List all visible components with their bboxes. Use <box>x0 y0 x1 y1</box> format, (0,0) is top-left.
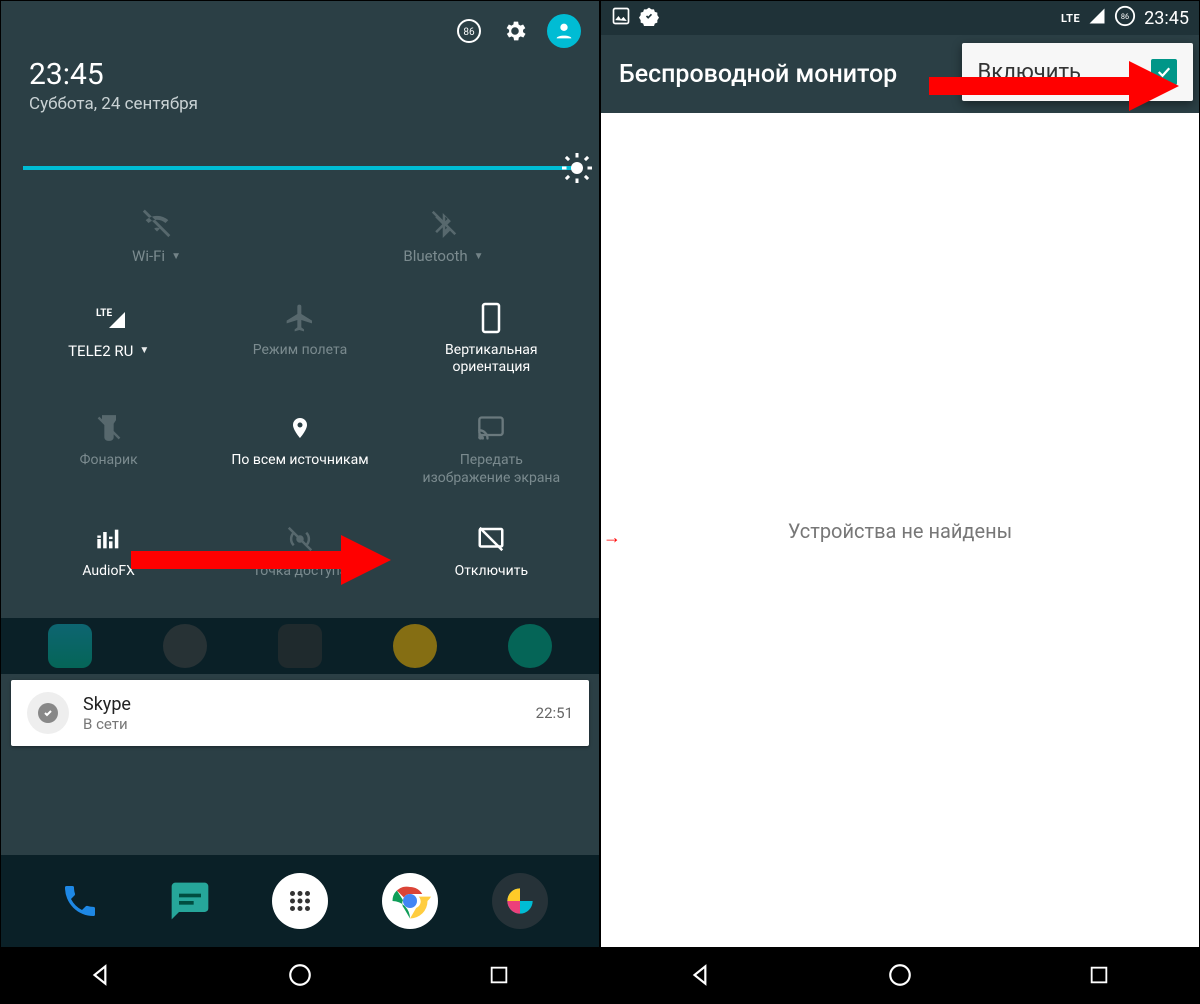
network-lte-label: LTE <box>1061 12 1080 25</box>
hotspot-off-icon <box>284 522 316 556</box>
empty-text: Устройства не найдены <box>788 519 1012 543</box>
back-button[interactable] <box>87 961 115 989</box>
content-empty: Устройства не найдены <box>601 113 1199 949</box>
tile-cellular-label: TELE2 RU <box>68 343 133 360</box>
homescreen-peek <box>1 618 599 674</box>
home-button[interactable] <box>886 961 914 989</box>
cast-icon <box>474 411 508 445</box>
phone-right: LTE 86 23:45 Беспроводной монитор Включи… <box>600 0 1200 1004</box>
notification-title: Skype <box>83 694 536 715</box>
signal-icon <box>1088 7 1106 29</box>
phone-app-icon[interactable] <box>52 873 108 929</box>
enable-checkbox[interactable] <box>1151 59 1177 85</box>
brightness-icon <box>558 149 596 187</box>
tile-cast-label2: изображение экрана <box>423 471 561 486</box>
tile-hotspot-label: Точка доступа <box>253 564 348 579</box>
notification-skype[interactable]: Skype В сети 22:51 <box>11 680 589 746</box>
appbar-title: Беспроводной монитор <box>619 60 897 89</box>
svg-text:86: 86 <box>1121 12 1129 21</box>
tile-cellular[interactable]: LTE TELE2 RU ▼ <box>13 283 204 394</box>
qs-row-2: LTE TELE2 RU ▼ Режим полета Вертикальная … <box>13 283 587 394</box>
tile-disable[interactable]: Отключить <box>396 504 587 598</box>
clock-text[interactable]: 23:45 <box>29 57 571 92</box>
apps-drawer-icon[interactable] <box>272 873 328 929</box>
navbar-right <box>601 947 1199 1003</box>
battery-badge-icon: 86 <box>1114 5 1136 31</box>
skype-icon <box>27 692 69 734</box>
chrome-app-icon[interactable] <box>382 873 438 929</box>
airplane-icon <box>284 301 316 335</box>
battery-badge-icon[interactable]: 86 <box>455 17 483 45</box>
brightness-slider[interactable] <box>13 138 587 188</box>
notification-time: 22:51 <box>536 704 573 722</box>
bluetooth-off-icon <box>429 206 459 240</box>
enable-panel[interactable]: Включить <box>962 43 1193 101</box>
image-icon <box>611 6 631 30</box>
qs-row-4: AudioFX Точка доступа Отключить <box>13 504 587 618</box>
tile-airplane-label: Режим полета <box>253 343 347 358</box>
tile-disable-label: Отключить <box>455 564 529 579</box>
tile-hotspot[interactable]: Точка доступа <box>204 504 395 598</box>
tile-orientation-label2: ориентация <box>452 360 530 375</box>
tile-airplane[interactable]: Режим полета <box>204 283 395 394</box>
wifi-off-icon <box>140 206 174 240</box>
enable-label: Включить <box>978 60 1081 85</box>
statusbar-right: LTE 86 23:45 <box>601 1 1199 35</box>
messages-app-icon[interactable] <box>162 873 218 929</box>
camera-app-icon[interactable] <box>492 873 548 929</box>
dock <box>1 855 599 947</box>
equalizer-icon <box>94 522 124 556</box>
chevron-down-icon: ▼ <box>171 251 181 262</box>
navbar-left <box>1 947 599 1003</box>
recents-button[interactable] <box>1085 961 1113 989</box>
appbar: Беспроводной монитор Включить <box>601 35 1199 113</box>
tile-flashlight-label: Фонарик <box>80 453 138 468</box>
qs-row-1: Wi-Fi ▼ Bluetooth ▼ <box>13 188 587 283</box>
datetime-block: 23:45 Суббота, 24 сентября <box>13 51 587 138</box>
profile-avatar-icon[interactable] <box>547 14 581 48</box>
qs-row-3: Фонарик По всем источникам Передать изоб… <box>13 393 587 504</box>
tile-wifi[interactable]: Wi-Fi ▼ <box>13 188 300 283</box>
chevron-down-icon: ▼ <box>474 251 484 262</box>
tile-flashlight[interactable]: Фонарик <box>13 393 204 504</box>
qs-top-row: 86 <box>13 1 587 51</box>
flashlight-icon <box>95 411 123 445</box>
tile-location[interactable]: По всем источникам <box>204 393 395 504</box>
brightness-track <box>23 166 577 170</box>
tile-wifi-label: Wi-Fi <box>132 248 165 265</box>
tile-location-label: По всем источникам <box>231 453 368 468</box>
svg-text:LTE: LTE <box>96 308 112 319</box>
chevron-down-icon: ▼ <box>139 345 149 356</box>
back-button[interactable] <box>687 961 715 989</box>
tile-audiofx-label: AudioFX <box>82 564 135 579</box>
status-time: 23:45 <box>1144 8 1189 29</box>
tile-bluetooth-label: Bluetooth <box>403 248 467 265</box>
svg-text:86: 86 <box>463 27 475 38</box>
quick-settings-panel: 86 23:45 Суббота, 24 сентября <box>1 1 599 618</box>
portrait-lock-icon <box>479 301 503 335</box>
check-badge-icon <box>639 6 659 30</box>
screen-off-icon <box>475 522 507 556</box>
notification-sub: В сети <box>83 715 536 733</box>
settings-icon[interactable] <box>501 17 529 45</box>
phone-left: 86 23:45 Суббота, 24 сентября <box>0 0 600 1004</box>
recents-button[interactable] <box>485 961 513 989</box>
tile-audiofx[interactable]: AudioFX <box>13 504 204 598</box>
date-text[interactable]: Суббота, 24 сентября <box>29 94 571 114</box>
tile-bluetooth[interactable]: Bluetooth ▼ <box>300 188 587 283</box>
notification-text: Skype В сети <box>83 694 536 733</box>
tile-orientation[interactable]: Вертикальная ориентация <box>396 283 587 394</box>
home-button[interactable] <box>286 961 314 989</box>
location-icon <box>288 411 312 445</box>
signal-lte-icon: LTE <box>89 301 129 335</box>
tile-cast-label1: Передать <box>460 453 523 468</box>
tile-orientation-label1: Вертикальная <box>445 343 538 358</box>
tile-cast[interactable]: Передать изображение экрана <box>396 393 587 504</box>
